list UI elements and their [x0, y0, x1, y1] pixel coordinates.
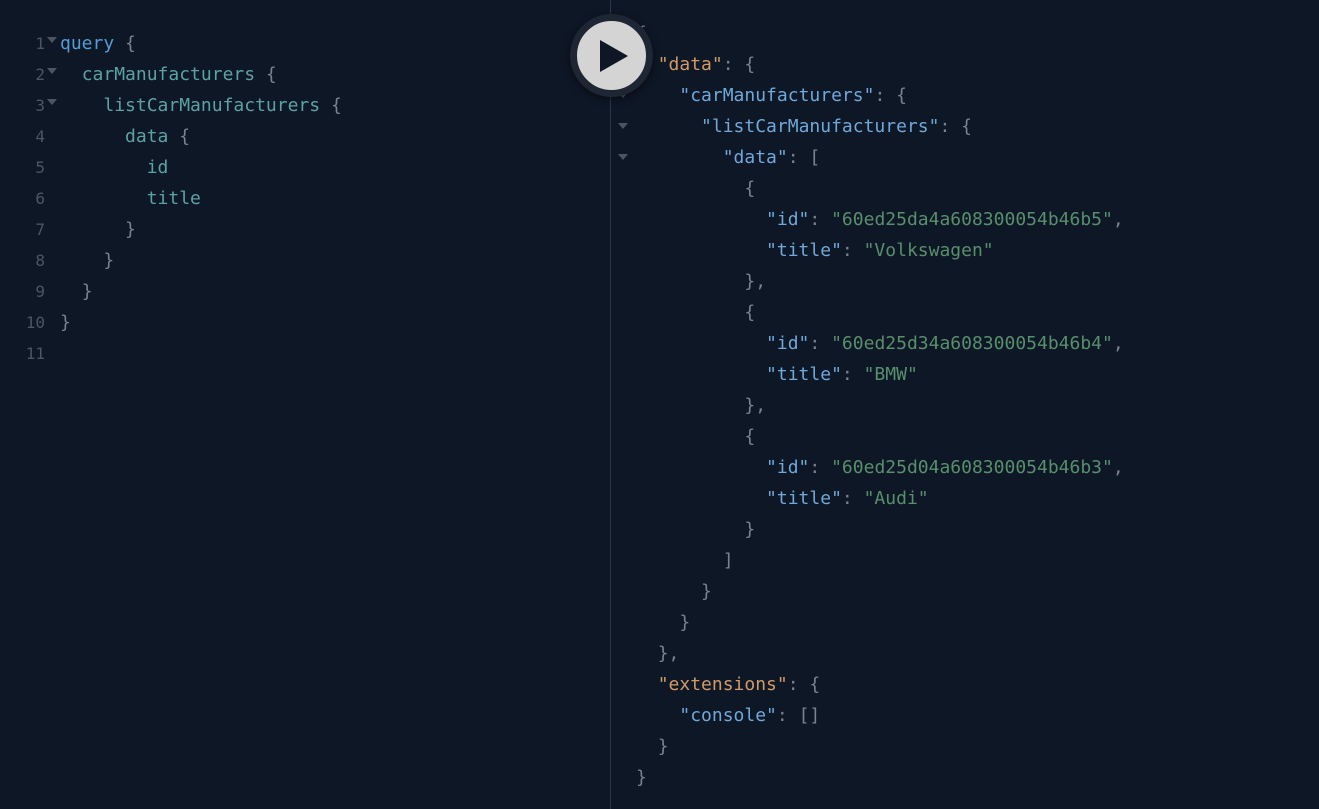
- result-line: }: [636, 762, 1319, 793]
- result-line: "console": []: [636, 700, 1319, 731]
- result-line: }: [636, 514, 1319, 545]
- result-line: {: [636, 297, 1319, 328]
- result-line: "listCarManufacturers": {: [636, 111, 1319, 142]
- query-code-area[interactable]: query { carManufacturers { listCarManufa…: [0, 0, 610, 369]
- code-line[interactable]: }: [60, 276, 610, 307]
- result-line: {: [636, 421, 1319, 452]
- code-line[interactable]: carManufacturers {: [60, 59, 610, 90]
- line-number: 6: [0, 183, 55, 214]
- result-line: "id": "60ed25d34a608300054b46b4",: [636, 328, 1319, 359]
- result-line: ]: [636, 545, 1319, 576]
- line-number: 1: [0, 28, 55, 59]
- code-line[interactable]: }: [60, 307, 610, 338]
- fold-toggle-icon[interactable]: [47, 99, 57, 105]
- code-line[interactable]: query {: [60, 28, 610, 59]
- code-line[interactable]: }: [60, 214, 610, 245]
- result-line: "carManufacturers": {: [636, 80, 1319, 111]
- fold-toggle-icon[interactable]: [47, 68, 57, 74]
- code-line[interactable]: listCarManufacturers {: [60, 90, 610, 121]
- code-line[interactable]: title: [60, 183, 610, 214]
- result-line: "data": {: [636, 49, 1319, 80]
- line-number: 2: [0, 59, 55, 90]
- code-line[interactable]: [60, 338, 610, 369]
- fold-toggle-icon[interactable]: [618, 123, 628, 129]
- result-line: },: [636, 266, 1319, 297]
- query-editor-pane: 1234567891011 query { carManufacturers {…: [0, 0, 611, 809]
- result-line: {: [636, 18, 1319, 49]
- fold-gutter: [616, 18, 630, 793]
- line-number: 10: [0, 307, 55, 338]
- line-number: 4: [0, 121, 55, 152]
- result-line: "id": "60ed25da4a608300054b46b5",: [636, 204, 1319, 235]
- result-line: {: [636, 173, 1319, 204]
- line-number-gutter: 1234567891011: [0, 0, 55, 369]
- result-line: }: [636, 607, 1319, 638]
- result-pane: { "data": { "carManufacturers": { "listC…: [611, 0, 1319, 809]
- result-line: },: [636, 390, 1319, 421]
- result-line: "extensions": {: [636, 669, 1319, 700]
- result-line: },: [636, 638, 1319, 669]
- execute-query-button[interactable]: [570, 14, 653, 97]
- result-line: "title": "Audi": [636, 483, 1319, 514]
- line-number: 11: [0, 338, 55, 369]
- line-number: 8: [0, 245, 55, 276]
- result-line: "data": [: [636, 142, 1319, 173]
- code-line[interactable]: id: [60, 152, 610, 183]
- fold-toggle-icon[interactable]: [47, 37, 57, 43]
- line-number: 3: [0, 90, 55, 121]
- result-line: "title": "Volkswagen": [636, 235, 1319, 266]
- result-line: "id": "60ed25d04a608300054b46b3",: [636, 452, 1319, 483]
- line-number: 7: [0, 214, 55, 245]
- line-number: 9: [0, 276, 55, 307]
- fold-toggle-icon[interactable]: [618, 154, 628, 160]
- graphql-playground: 1234567891011 query { carManufacturers {…: [0, 0, 1319, 809]
- code-line[interactable]: }: [60, 245, 610, 276]
- result-code-area: { "data": { "carManufacturers": { "listC…: [611, 0, 1319, 793]
- result-line: }: [636, 731, 1319, 762]
- result-line: }: [636, 576, 1319, 607]
- line-number: 5: [0, 152, 55, 183]
- result-line: "title": "BMW": [636, 359, 1319, 390]
- code-line[interactable]: data {: [60, 121, 610, 152]
- play-icon: [600, 40, 628, 72]
